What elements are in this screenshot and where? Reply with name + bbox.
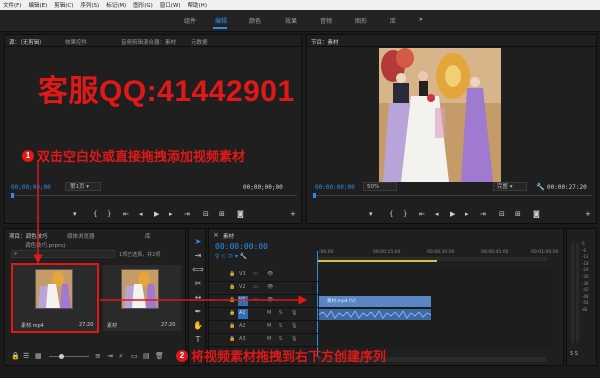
arrows-overlay [33, 160, 308, 305]
